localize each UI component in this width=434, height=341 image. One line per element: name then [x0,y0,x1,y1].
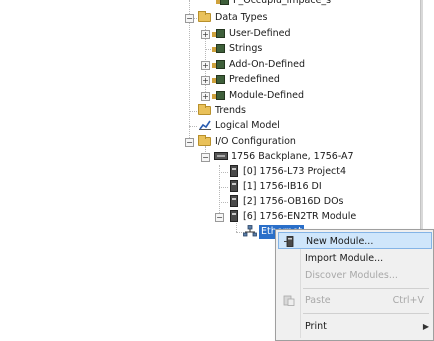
paste-shortcut: Ctrl+V [392,295,424,306]
tree-item-module[interactable]: [1] 1756-IB16 DI [227,180,377,194]
tree-item-label: [1] 1756-IB16 DI [243,181,322,192]
menu-item-label: Import Module... [305,253,384,264]
tree-item-label: Module-Defined [229,90,305,101]
tree-item-label: Trends [215,105,246,116]
collapse-toggle[interactable]: − [185,14,194,23]
tree-item-label: 1756 Backplane, 1756-A7 [231,151,354,162]
logical-model-icon [198,119,212,131]
tree-item-label: Add-On-Defined [229,59,306,70]
tree-item-module[interactable]: [6] 1756-EN2TR Module [227,210,387,224]
tree-item-label: Strings [229,43,263,54]
tree-item-label: Data Types [215,12,268,23]
submenu-arrow-icon: ▶ [422,322,429,331]
data-type-icon [212,42,226,54]
tree-item-data-types[interactable]: Data Types [198,11,318,25]
folder-icon [198,135,212,147]
tree-item-user-defined[interactable]: User-Defined [212,27,332,41]
tree-item-strings[interactable]: Strings [212,42,332,56]
menu-item-import-module[interactable]: Import Module... [278,250,432,267]
tree-item-label: Logical Model [215,120,280,131]
menu-item-label: New Module... [306,236,374,247]
collapse-toggle[interactable]: − [201,153,210,162]
paste-icon [283,295,295,306]
tree-item-label: I/O Configuration [215,136,296,147]
menu-item-label: Print [305,321,327,332]
tree-item-module[interactable]: [2] 1756-OB16D DOs [227,195,377,209]
tree-item-module[interactable]: [0] 1756-L73 Project4 [227,165,377,179]
data-type-icon [212,58,226,70]
module-icon [227,195,241,207]
menu-separator [303,288,429,289]
menu-item-paste: Paste Ctrl+V [278,292,432,309]
tree-item-predefined[interactable]: Predefined [212,73,332,87]
new-module-icon [284,236,296,247]
module-icon [227,165,241,177]
data-type-icon [212,73,226,85]
tree-item-module-defined[interactable]: Module-Defined [212,89,332,103]
collapse-toggle[interactable]: − [215,213,224,222]
menu-item-print[interactable]: Print ▶ [278,318,432,335]
collapse-toggle[interactable]: − [185,138,194,147]
folder-icon [198,11,212,23]
menu-item-label: Paste [305,295,331,306]
folder-icon [216,0,230,6]
tree-line [189,126,197,127]
tree-item-add-on-defined[interactable]: Add-On-Defined [212,58,332,72]
module-icon [227,180,241,192]
backplane-icon [214,150,228,162]
expand-toggle[interactable]: + [201,76,210,85]
expand-toggle[interactable]: + [201,61,210,70]
tree-item-label: Predefined [229,74,280,85]
context-menu: New Module... Import Module... Discover … [275,229,434,341]
data-type-icon [212,89,226,101]
tree-item-logical-model[interactable]: Logical Model [198,119,318,133]
menu-item-new-module[interactable]: New Module... [278,232,432,249]
network-icon [243,225,257,237]
tree-line [189,111,197,112]
expand-toggle[interactable]: + [201,92,210,101]
module-icon [227,210,241,222]
tree-item-backplane[interactable]: 1756 Backplane, 1756-A7 [214,150,374,164]
tree-item-partial[interactable]: F_Occupiu_impace_s [216,0,366,8]
tree-item-label: [6] 1756-EN2TR Module [243,211,357,222]
tree-item-label: User-Defined [229,28,291,39]
tree-item-label: [2] 1756-OB16D DOs [243,196,344,207]
menu-item-label: Discover Modules... [305,270,398,281]
tree-item-trends[interactable]: Trends [198,104,318,118]
folder-icon [198,104,212,116]
expand-toggle[interactable]: + [201,30,210,39]
menu-separator [303,313,429,314]
data-type-icon [212,27,226,39]
tree-item-label: F_Occupiu_impace_s [233,0,332,6]
tree-item-io-configuration[interactable]: I/O Configuration [198,135,338,149]
menu-item-discover-modules: Discover Modules... [278,267,432,284]
tree-item-label: [0] 1756-L73 Project4 [243,166,347,177]
